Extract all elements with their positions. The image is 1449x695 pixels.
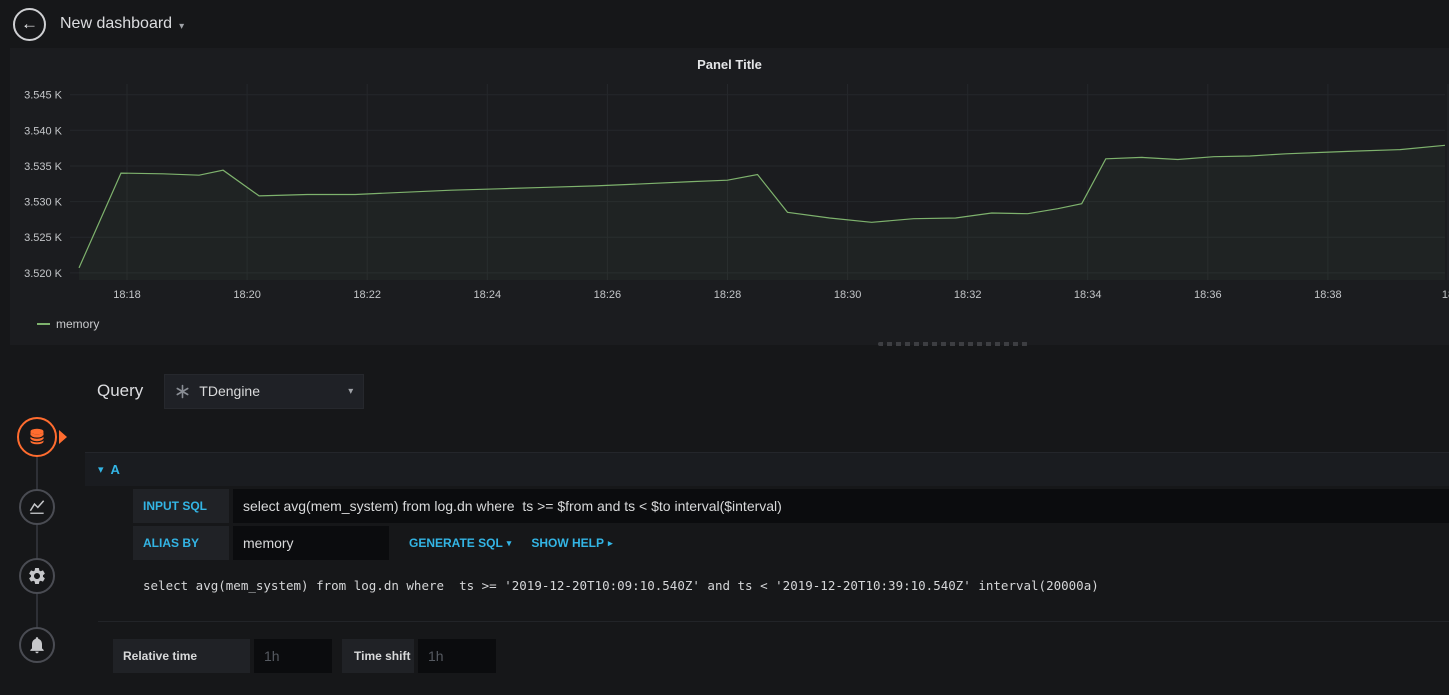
svg-text:18: 18 bbox=[1442, 289, 1449, 301]
svg-text:3.525 K: 3.525 K bbox=[24, 232, 63, 244]
svg-text:18:20: 18:20 bbox=[233, 289, 261, 301]
chart-legend: memory bbox=[10, 314, 1449, 334]
tab-alert[interactable] bbox=[19, 627, 55, 663]
datasource-name: TDengine bbox=[199, 383, 260, 399]
caret-down-icon: ▾ bbox=[506, 537, 512, 548]
svg-text:18:24: 18:24 bbox=[474, 289, 502, 301]
show-help-button[interactable]: SHOW HELP ▸ bbox=[531, 526, 612, 560]
svg-text:3.520 K: 3.520 K bbox=[24, 268, 63, 280]
query-section-title: Query bbox=[97, 381, 144, 400]
chart-icon bbox=[29, 500, 45, 514]
tab-rail-line bbox=[36, 437, 38, 645]
svg-text:18:22: 18:22 bbox=[353, 289, 381, 301]
time-shift-label: Time shift bbox=[342, 639, 414, 673]
database-icon bbox=[29, 428, 45, 445]
svg-text:18:28: 18:28 bbox=[714, 289, 742, 301]
svg-text:3.535 K: 3.535 K bbox=[24, 161, 63, 173]
svg-text:18:32: 18:32 bbox=[954, 289, 982, 301]
generate-sql-label: GENERATE SQL bbox=[409, 536, 503, 550]
gear-icon bbox=[29, 568, 45, 584]
input-sql-row: INPUT SQL bbox=[133, 489, 1449, 523]
arrow-left-icon: ← bbox=[21, 13, 38, 33]
back-button[interactable]: ← bbox=[13, 7, 46, 41]
svg-text:18:34: 18:34 bbox=[1074, 289, 1102, 301]
caret-down-icon[interactable]: ▾ bbox=[179, 21, 184, 32]
input-sql-label: INPUT SQL bbox=[133, 489, 229, 523]
svg-text:18:36: 18:36 bbox=[1194, 289, 1222, 301]
svg-text:18:38: 18:38 bbox=[1314, 289, 1342, 301]
legend-item-memory[interactable]: memory bbox=[56, 317, 99, 331]
alias-by-label: ALIAS BY bbox=[133, 526, 229, 560]
panel-title[interactable]: Panel Title bbox=[10, 57, 1449, 76]
alias-by-row: ALIAS BY GENERATE SQL ▾ SHOW HELP ▸ bbox=[133, 526, 1449, 560]
collapse-caret-icon[interactable]: ▾ bbox=[98, 463, 104, 476]
datasource-picker[interactable]: TDengine ▾ bbox=[164, 373, 365, 409]
query-header: Query TDengine ▾ bbox=[85, 372, 1449, 410]
svg-text:18:30: 18:30 bbox=[834, 289, 862, 301]
active-tab-arrow-icon bbox=[59, 430, 67, 444]
query-row-header[interactable]: ▾ A bbox=[85, 452, 1449, 486]
svg-text:3.540 K: 3.540 K bbox=[24, 125, 63, 137]
dashboard-title[interactable]: New dashboard bbox=[60, 15, 172, 33]
query-editor: Query TDengine ▾ ▾ A INPUT SQL ALIAS BY bbox=[85, 372, 1449, 673]
time-shift-input[interactable] bbox=[418, 639, 496, 673]
tab-general[interactable] bbox=[19, 558, 55, 594]
generated-sql-preview: select avg(mem_system) from log.dn where… bbox=[143, 578, 1099, 593]
svg-text:18:26: 18:26 bbox=[594, 289, 622, 301]
query-options-row: Relative time Time shift bbox=[113, 639, 1449, 673]
generate-sql-button[interactable]: GENERATE SQL ▾ bbox=[409, 526, 511, 560]
series-color-swatch bbox=[37, 323, 50, 325]
tdengine-logo-icon bbox=[176, 384, 189, 398]
query-ref-id: A bbox=[110, 462, 120, 477]
caret-down-icon: ▾ bbox=[348, 385, 354, 397]
query-form: INPUT SQL ALIAS BY GENERATE SQL ▾ SHOW H… bbox=[133, 489, 1449, 599]
svg-text:18:18: 18:18 bbox=[113, 289, 141, 301]
top-navbar: ← New dashboard ▾ bbox=[0, 0, 1449, 48]
tab-queries[interactable] bbox=[17, 417, 57, 457]
show-help-label: SHOW HELP bbox=[531, 536, 604, 550]
tab-visualization[interactable] bbox=[19, 489, 55, 525]
alias-by-field[interactable] bbox=[233, 526, 389, 560]
horizontal-scrollbar[interactable] bbox=[878, 342, 1028, 346]
graph-panel: Panel Title 3.545 K 3.540 K 3.535 K 3.530 K… bbox=[10, 48, 1449, 345]
time-series-chart[interactable]: 3.545 K 3.540 K 3.535 K 3.530 K 3.525 K 3.520… bbox=[10, 76, 1449, 314]
svg-text:3.545 K: 3.545 K bbox=[24, 90, 63, 102]
options-divider bbox=[98, 621, 1449, 622]
relative-time-label: Relative time bbox=[113, 639, 250, 673]
chart-canvas: 3.545 K 3.540 K 3.535 K 3.530 K 3.525 K 3.520… bbox=[24, 84, 1449, 301]
svg-text:3.530 K: 3.530 K bbox=[24, 197, 63, 209]
caret-right-icon: ▸ bbox=[608, 537, 613, 548]
bell-icon bbox=[30, 637, 44, 654]
input-sql-field[interactable] bbox=[233, 489, 1449, 523]
relative-time-input[interactable] bbox=[254, 639, 332, 673]
